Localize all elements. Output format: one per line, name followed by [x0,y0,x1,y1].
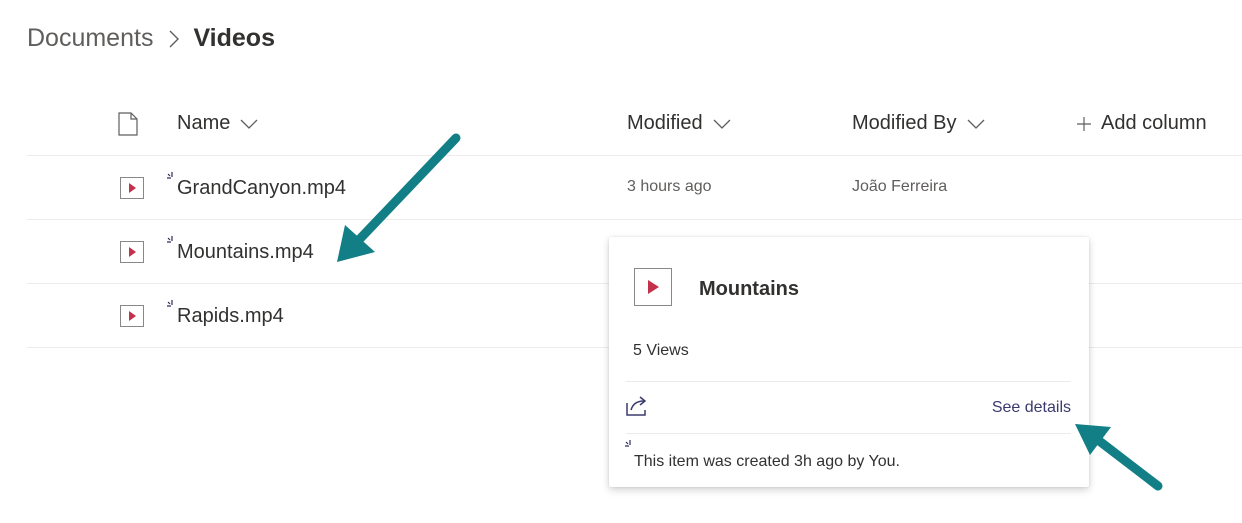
file-name-link[interactable]: Mountains.mp4 [177,241,314,264]
column-header-modified-label: Modified [627,112,703,134]
breadcrumb-documents[interactable]: Documents [27,24,153,53]
add-column-button[interactable]: Add column [1077,112,1207,135]
video-file-icon [634,268,672,306]
activity-text: This item was created 3h ago by You. [634,453,900,470]
breadcrumb: Documents Videos [27,24,275,53]
modified-by-value: João Ferreira [852,178,948,195]
column-header-name[interactable]: Name [177,112,258,135]
file-name-link[interactable]: GrandCanyon.mp4 [177,177,346,200]
column-header-name-label: Name [177,112,231,134]
video-file-icon [120,177,144,204]
list-header: Name Modified Modified By Add column [27,100,1242,156]
chevron-down-icon [713,119,731,129]
file-hover-card: Mountains 5 Views See details This item … [609,237,1089,487]
document-icon[interactable] [118,112,138,141]
column-header-modified-by-label: Modified By [852,112,957,134]
column-header-modified[interactable]: Modified [627,112,731,135]
share-icon[interactable] [625,395,651,422]
plus-icon [1077,116,1091,131]
hover-card-title[interactable]: Mountains [699,278,799,301]
divider [626,381,1071,382]
table-row[interactable]: GrandCanyon.mp4 3 hours ago João Ferreir… [27,156,1242,220]
video-file-icon [120,305,144,332]
column-header-modified-by[interactable]: Modified By [852,112,985,135]
see-details-link[interactable]: See details [992,399,1071,417]
add-column-label: Add column [1101,112,1207,134]
divider [626,433,1071,434]
video-file-icon [120,241,144,268]
chevron-right-icon [169,30,180,48]
page-title: Videos [193,24,275,52]
view-count: 5 Views [633,342,689,359]
chevron-down-icon [240,119,258,129]
chevron-down-icon [967,119,985,129]
file-name-link[interactable]: Rapids.mp4 [177,305,284,328]
modified-value: 3 hours ago [627,178,712,195]
